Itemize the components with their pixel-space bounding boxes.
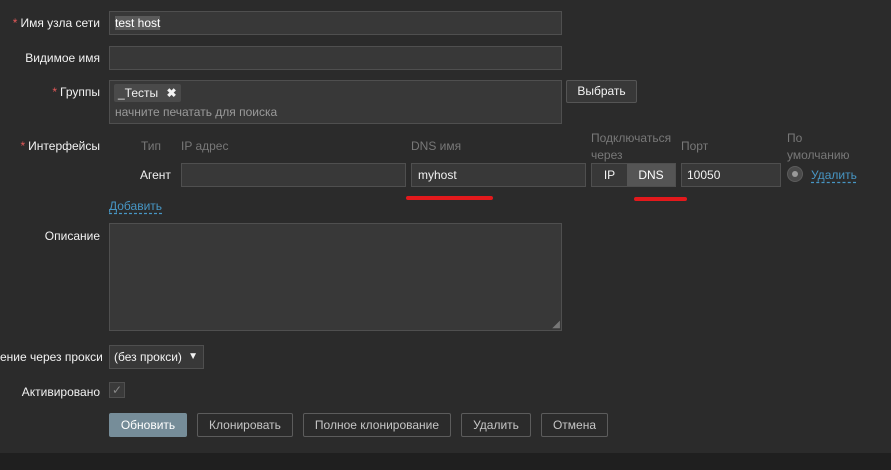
proxy-select-value: (без прокси): [114, 350, 182, 364]
hostname-label: * Имя узла сети: [12, 16, 100, 30]
annotation-underline-dns: [406, 196, 493, 200]
description-label: Описание: [44, 229, 100, 243]
remove-interface-link[interactable]: Удалить: [811, 168, 857, 182]
footer-bar: [0, 453, 891, 470]
header-default-line2: умолчанию: [787, 148, 850, 162]
full-clone-button[interactable]: Полное клонирование: [303, 413, 451, 437]
header-ip: IP адрес: [181, 139, 229, 153]
close-icon[interactable]: ✖: [166, 86, 176, 100]
radio-dot: [792, 171, 798, 177]
header-connect-line2: через: [591, 148, 623, 162]
interfaces-label: * Интерфейсы: [20, 139, 100, 153]
chevron-down-icon: ▼: [188, 351, 198, 362]
proxy-select[interactable]: (без прокси) ▼: [109, 345, 204, 369]
visible-name-label: Видимое имя: [25, 51, 100, 65]
connect-dns-option[interactable]: DNS: [627, 164, 675, 186]
cancel-button[interactable]: Отмена: [541, 413, 608, 437]
groups-label: * Группы: [52, 85, 100, 99]
checkmark-icon: ✓: [111, 383, 123, 397]
dns-name-value: myhost: [418, 168, 457, 182]
header-default: По умолчанию: [787, 130, 850, 164]
group-tag-label: _Тесты: [118, 86, 159, 100]
groups-search-placeholder[interactable]: начните печатать для поиска: [115, 105, 277, 119]
update-button[interactable]: Обновить: [109, 413, 187, 437]
groups-multiselect[interactable]: _Тесты ✖ начните печатать для поиска: [109, 80, 562, 124]
clone-button[interactable]: Клонировать: [197, 413, 293, 437]
connect-toggle[interactable]: IP DNS: [591, 163, 676, 187]
header-dns: DNS имя: [411, 139, 462, 153]
header-default-line1: По: [787, 131, 803, 145]
port-value: 10050: [687, 168, 721, 182]
enabled-label: Активировано: [21, 385, 100, 399]
header-port: Порт: [681, 139, 709, 153]
description-textarea[interactable]: ◢: [109, 223, 562, 331]
required-marker: *: [20, 139, 26, 153]
dns-name-input[interactable]: myhost: [411, 163, 586, 187]
select-groups-button[interactable]: Выбрать: [566, 80, 637, 103]
header-connect: Подключаться через: [591, 130, 671, 164]
port-input[interactable]: 10050: [681, 163, 781, 187]
connect-ip-option[interactable]: IP: [592, 164, 627, 186]
header-type: Тип: [141, 139, 162, 153]
enabled-checkbox[interactable]: ✓: [109, 382, 125, 398]
resize-handle-icon[interactable]: ◢: [552, 319, 560, 330]
header-connect-line1: Подключаться: [591, 131, 672, 145]
visible-name-input[interactable]: [109, 46, 562, 70]
add-interface-link[interactable]: Добавить: [109, 199, 162, 213]
default-radio[interactable]: [787, 166, 803, 182]
proxy-label: ение через прокси: [0, 350, 103, 364]
required-marker: *: [52, 85, 58, 99]
hostname-value: test host: [115, 16, 161, 30]
group-tag[interactable]: _Тесты ✖: [114, 84, 181, 102]
annotation-underline-connect: [634, 197, 687, 201]
required-marker: *: [12, 16, 18, 30]
delete-button[interactable]: Удалить: [461, 413, 531, 437]
ip-address-input[interactable]: [181, 163, 406, 187]
hostname-input[interactable]: test host: [109, 11, 562, 35]
interface-type: Агент: [140, 168, 171, 182]
